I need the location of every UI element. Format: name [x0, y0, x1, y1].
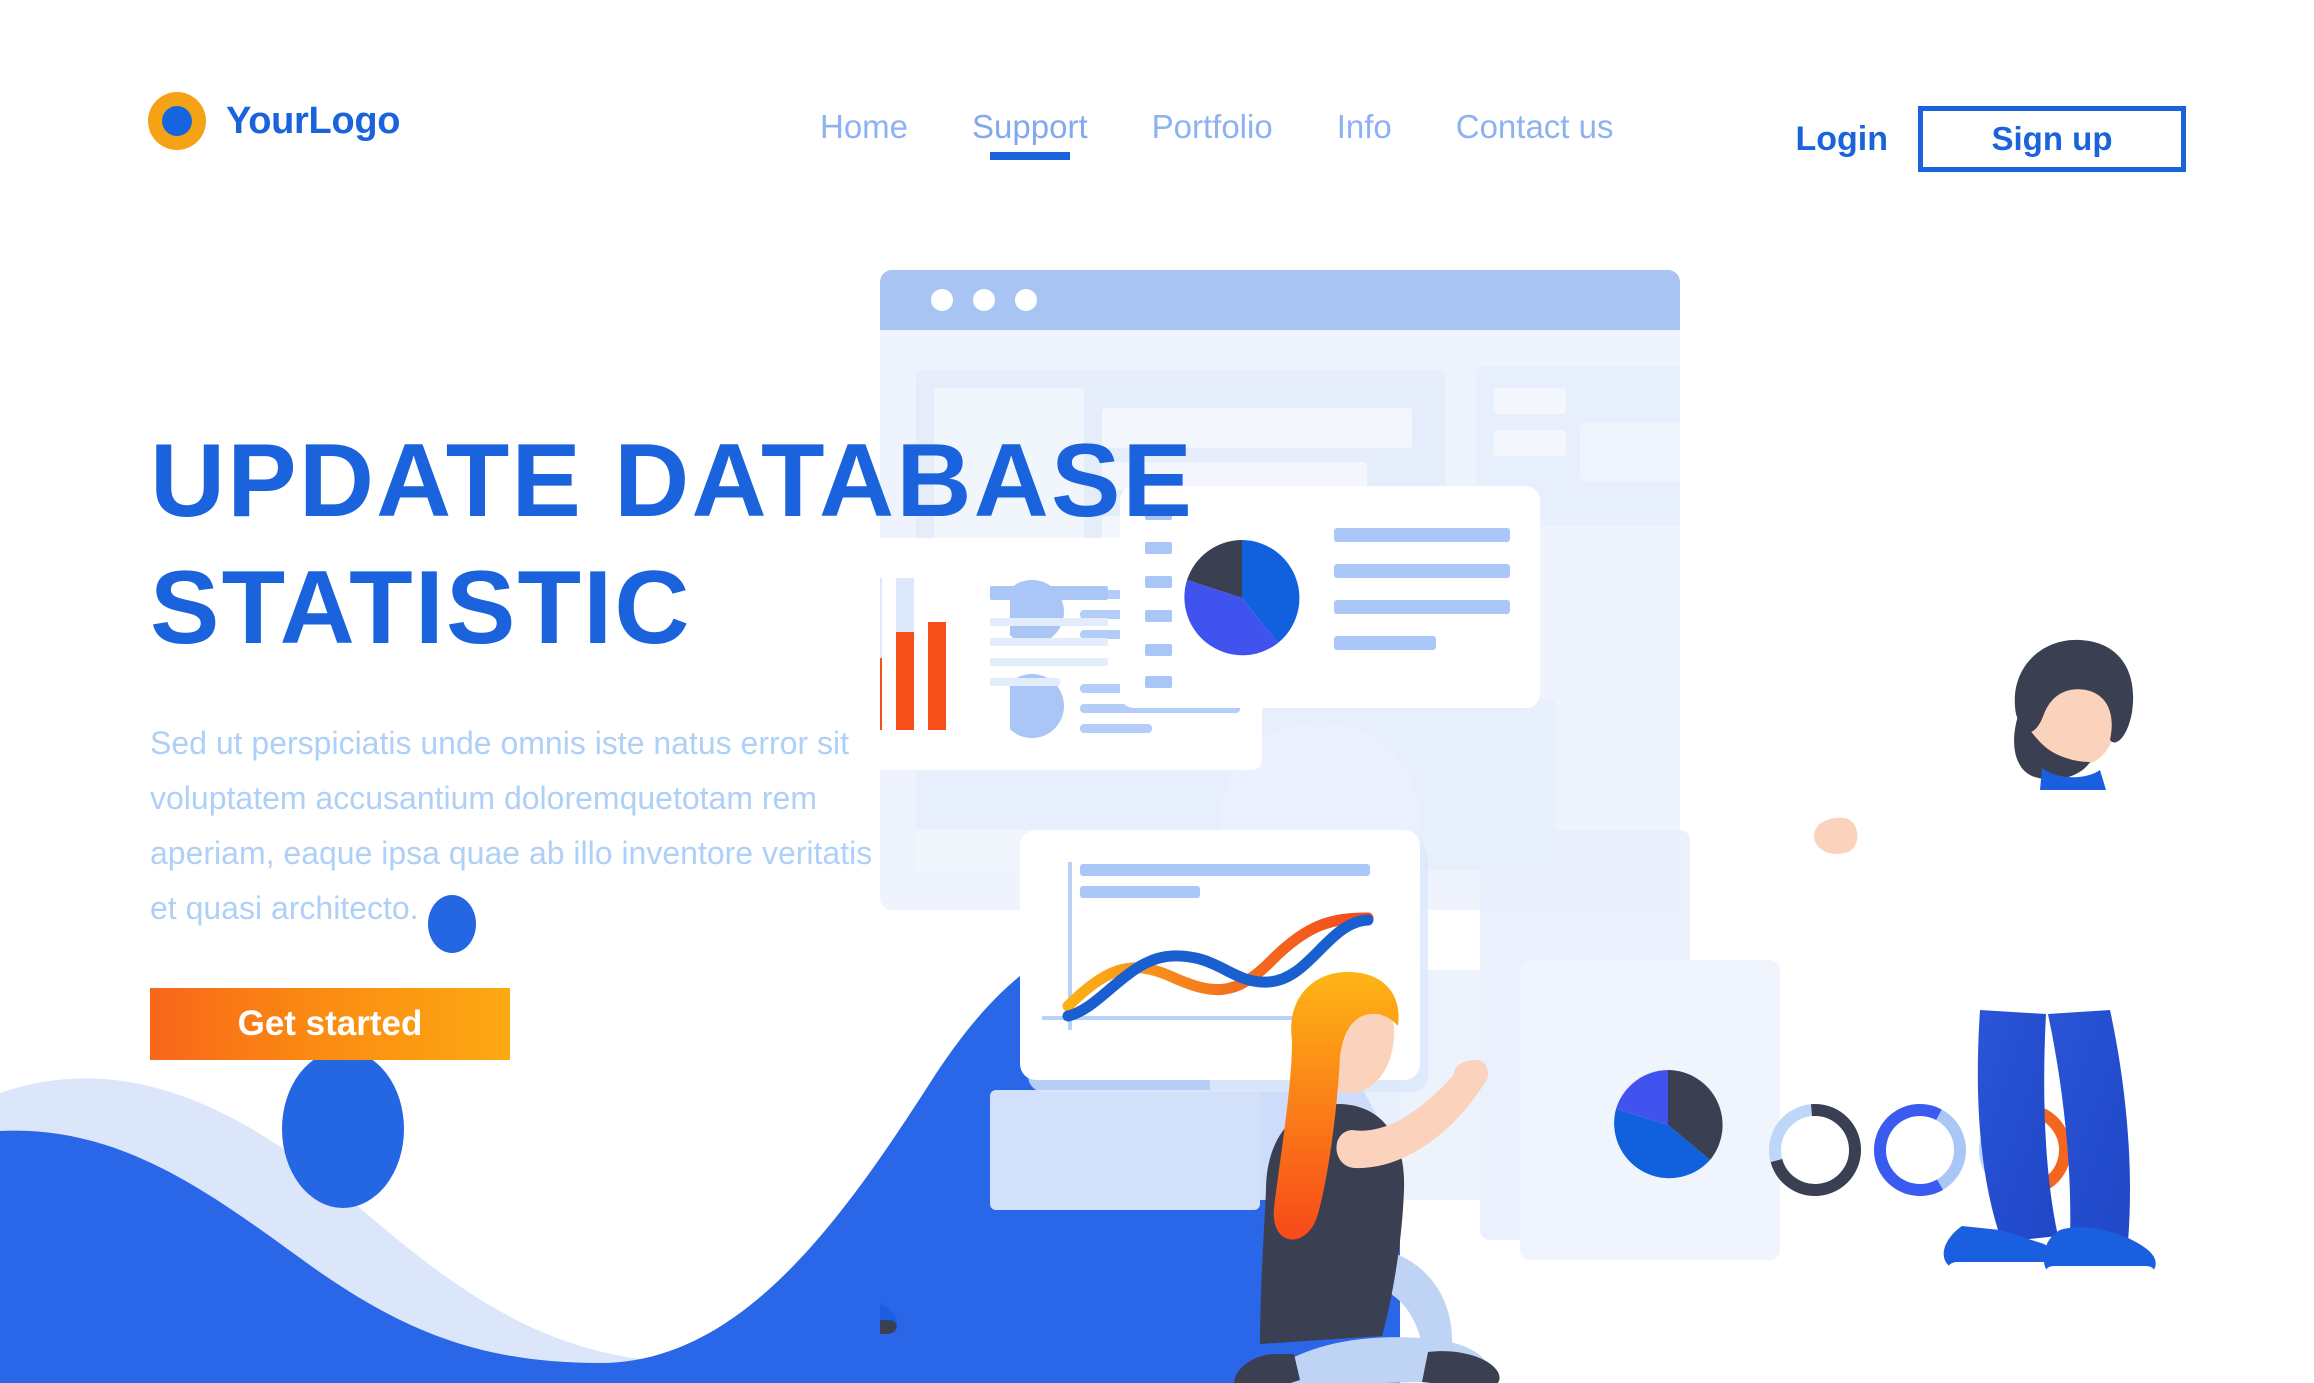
brand-name: YourLogo — [226, 99, 401, 142]
site-header: YourLogo Home Support Portfolio Info Con… — [0, 0, 2314, 185]
hero-description: Sed ut perspiciatis unde omnis iste natu… — [150, 724, 873, 926]
brand-logo[interactable]: YourLogo — [148, 92, 400, 150]
logo-circle-icon — [148, 92, 206, 150]
window-dot-2-icon — [973, 289, 995, 311]
nav-item-home[interactable]: Home — [820, 108, 908, 164]
shoe-sole-front — [2045, 1266, 2155, 1280]
logo-inner-dot-icon — [162, 106, 192, 136]
nav-item-support[interactable]: Support — [972, 108, 1088, 164]
nav-item-info[interactable]: Info — [1337, 108, 1392, 164]
shoe-back — [1233, 1354, 1300, 1383]
decor-circle-large — [282, 1050, 404, 1208]
nav-item-contact-us[interactable]: Contact us — [1456, 108, 1614, 164]
auth-actions: Login Sign up — [1795, 106, 2186, 172]
leg-back — [1977, 1010, 2058, 1242]
hero-section: Update Database Statistic Sed ut perspic… — [150, 418, 1230, 1060]
donut-blue — [1874, 1104, 1966, 1196]
page-title: Update Database Statistic — [150, 423, 1195, 666]
window-dot-1-icon — [931, 289, 953, 311]
shoe-front — [1422, 1351, 1500, 1383]
donut-navy — [1769, 1104, 1861, 1196]
shoe-sole-front — [880, 1320, 897, 1334]
person-bearded-man — [1814, 639, 2156, 1280]
get-started-button[interactable]: Get started — [150, 987, 510, 1060]
browser-titlebar — [880, 270, 1680, 330]
signup-button[interactable]: Sign up — [1918, 106, 2186, 172]
bottom-pie-chart — [1614, 1070, 1723, 1179]
hand-pointing — [1814, 817, 1858, 855]
login-link[interactable]: Login — [1795, 120, 1888, 159]
shoe-sole-back — [1947, 1262, 2053, 1276]
main-navigation: Home Support Portfolio Info Contact us — [820, 108, 1613, 164]
landing-page: YourLogo Home Support Portfolio Info Con… — [0, 0, 2314, 1383]
nav-item-portfolio[interactable]: Portfolio — [1152, 108, 1273, 164]
window-dot-3-icon — [1015, 289, 1037, 311]
